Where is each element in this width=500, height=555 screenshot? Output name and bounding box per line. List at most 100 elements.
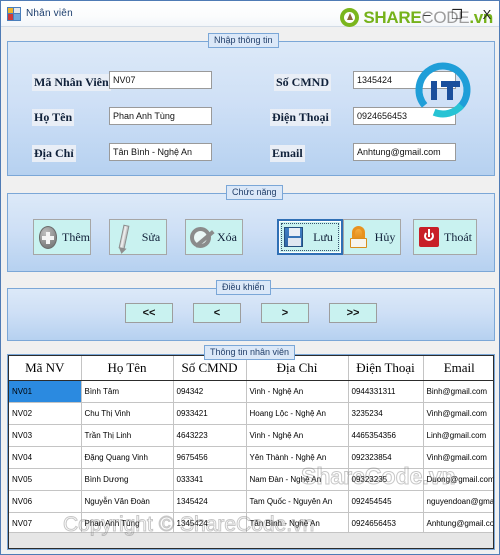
cell-r6-c4[interactable]: 0924656453: [348, 512, 424, 535]
cell-r2-c5[interactable]: Linh@gmail.com: [423, 424, 493, 447]
cell-r2-c3[interactable]: Vinh - Nghệ An: [246, 424, 349, 447]
cell-r1-c5[interactable]: Vinh@gmail.com: [423, 402, 493, 425]
cell-r3-c5[interactable]: Vinh@gmail.com: [423, 446, 493, 469]
table-group-title: Thông tin nhân viên: [204, 345, 296, 360]
cancel-button[interactable]: Hủy: [343, 219, 401, 255]
cell-r5-c2[interactable]: 1345424: [173, 490, 247, 513]
table-row[interactable]: NV03 Trần Thị Linh 4643223 Vinh - Nghệ An 44…: [9, 424, 493, 447]
column-header-4[interactable]: Điện Thoại: [348, 356, 424, 381]
cell-r6-c1[interactable]: Phan Anh Tùng: [81, 512, 174, 535]
cell-r3-c4[interactable]: 092323854: [348, 446, 424, 469]
cell-r1-c1[interactable]: Chu Thị Vinh: [81, 402, 174, 425]
label-dia-chi: Địa Chỉ: [32, 145, 76, 162]
column-header-1[interactable]: Họ Tên: [81, 356, 174, 381]
cell-r0-c3[interactable]: Vinh - Nghệ An: [246, 380, 349, 403]
cell-r2-c2[interactable]: 4643223: [173, 424, 247, 447]
input-email[interactable]: Anhtung@gmail.com: [353, 143, 456, 161]
table-row[interactable]: NV06 Nguyễn Văn Đoàn 1345424 Tam Quốc - Ngu…: [9, 490, 493, 513]
column-header-0[interactable]: Mã NV: [9, 356, 82, 381]
add-button-label: Thêm: [62, 229, 90, 244]
cell-r1-c3[interactable]: Hoang Lộc - Nghệ An: [246, 402, 349, 425]
input-dia-chi[interactable]: Tân Bình - Nghệ An: [109, 143, 212, 161]
cell-r6-c0[interactable]: NV07: [9, 512, 82, 535]
cell-r4-c0[interactable]: NV05: [9, 468, 82, 491]
cell-r6-c2[interactable]: 1345424: [173, 512, 247, 535]
edit-button-label: Sửa: [141, 229, 161, 244]
cell-r4-c2[interactable]: 033341: [173, 468, 247, 491]
cell-r2-c4[interactable]: 4465354356: [348, 424, 424, 447]
input-ho-ten[interactable]: Phan Anh Tùng: [109, 107, 212, 125]
cell-r5-c1[interactable]: Nguyễn Văn Đoàn: [81, 490, 174, 513]
delete-button-label: Xóa: [217, 229, 237, 244]
cell-r4-c1[interactable]: Bình Dương: [81, 468, 174, 491]
previous-record-button[interactable]: <: [193, 303, 241, 323]
table-row[interactable]: NV04 Đặng Quang Vinh 9675456 Yên Thành - Ng…: [9, 446, 493, 469]
cell-r2-c1[interactable]: Trần Thị Linh: [81, 424, 174, 447]
label-email: Email: [270, 145, 305, 162]
cell-r3-c1[interactable]: Đặng Quang Vinh: [81, 446, 174, 469]
cell-r1-c4[interactable]: 3235234: [348, 402, 424, 425]
cell-r5-c3[interactable]: Tam Quốc - Nguyên An: [246, 490, 349, 513]
label-ho-ten: Họ Tên: [32, 109, 75, 126]
employee-table: Mã NV Họ Tên Số CMND Địa Chỉ Điện Thoại Email…: [9, 356, 493, 535]
navigation-group-panel: Điều khiển: [7, 280, 495, 341]
save-icon: [281, 223, 305, 251]
cell-r5-c4[interactable]: 092454545: [348, 490, 424, 513]
input-ma-nhan-vien[interactable]: NV07: [109, 71, 212, 89]
grid-empty-area: [9, 532, 493, 548]
cell-r3-c0[interactable]: NV04: [9, 446, 82, 469]
cancel-icon: [346, 223, 370, 251]
delete-button[interactable]: Xóa: [185, 219, 243, 255]
cell-r6-c3[interactable]: Tân Bình - Nghệ An: [246, 512, 349, 535]
cell-r0-c0[interactable]: NV01: [9, 380, 82, 403]
window-controls: – ❐ X: [419, 1, 495, 27]
edit-button[interactable]: Sửa: [109, 219, 167, 255]
cell-r3-c3[interactable]: Yên Thành - Nghệ An: [246, 446, 349, 469]
table-row[interactable]: NV02 Chu Thị Vinh 0933421 Hoang Lộc - Nghệ …: [9, 402, 493, 425]
delete-icon: [188, 223, 212, 251]
first-record-button[interactable]: <<: [125, 303, 173, 323]
last-record-button[interactable]: >>: [329, 303, 377, 323]
label-so-cmnd: Số CMND: [274, 74, 331, 91]
maximize-button[interactable]: ❐: [449, 8, 465, 21]
cell-r6-c5[interactable]: Anhtung@gmail.com: [423, 512, 493, 535]
next-record-button[interactable]: >: [261, 303, 309, 323]
cell-r0-c4[interactable]: 0944331311: [348, 380, 424, 403]
cell-r4-c3[interactable]: Nam Đàn - Nghệ An: [246, 468, 349, 491]
column-header-5[interactable]: Email: [423, 356, 493, 381]
table-body: NV01 Bình Tâm 094342 Vinh - Nghệ An 09443313…: [9, 380, 493, 535]
exit-button[interactable]: Thoát: [413, 219, 477, 255]
table-row[interactable]: NV05 Bình Dương 033341 Nam Đàn - Nghệ An 093…: [9, 468, 493, 491]
cell-r0-c2[interactable]: 094342: [173, 380, 247, 403]
label-ma-nhan-vien: Mã Nhân Viên: [32, 74, 111, 91]
cell-r4-c4[interactable]: 09323235: [348, 468, 424, 491]
cancel-button-label: Hủy: [374, 229, 396, 244]
employee-data-grid[interactable]: Mã NV Họ Tên Số CMND Địa Chỉ Điện Thoại Email…: [8, 355, 494, 549]
exit-icon: [416, 223, 440, 251]
label-dien-thoai: Điện Thoại: [270, 109, 331, 126]
cell-r5-c5[interactable]: nguyendoan@gmail.com: [423, 490, 493, 513]
exit-button-label: Thoát: [444, 229, 472, 244]
input-group-title: Nhập thông tin: [208, 33, 279, 48]
cell-r4-c5[interactable]: Duong@gmail.com: [423, 468, 493, 491]
input-dien-thoai[interactable]: 0924656453: [353, 107, 456, 125]
cell-r2-c0[interactable]: NV03: [9, 424, 82, 447]
employee-management-window: Nhân viên SHARECODE.vn – ❐ X Nhập thông …: [0, 0, 500, 555]
close-button[interactable]: X: [479, 8, 495, 21]
cell-r1-c0[interactable]: NV02: [9, 402, 82, 425]
table-row[interactable]: NV07 Phan Anh Tùng 1345424 Tân Bình - Nghệ …: [9, 512, 493, 535]
save-button[interactable]: Lưu: [277, 219, 343, 255]
cell-r0-c5[interactable]: Binh@gmail.com: [423, 380, 493, 403]
cell-r1-c2[interactable]: 0933421: [173, 402, 247, 425]
minimize-button[interactable]: –: [419, 8, 435, 21]
add-button[interactable]: Thêm: [33, 219, 91, 255]
window-title: Nhân viên: [26, 8, 73, 19]
navigation-group-title: Điều khiển: [216, 280, 271, 295]
cell-r0-c1[interactable]: Bình Tâm: [81, 380, 174, 403]
input-so-cmnd[interactable]: 1345424: [353, 71, 456, 89]
app-icon: [7, 6, 21, 21]
table-row[interactable]: NV01 Bình Tâm 094342 Vinh - Nghệ An 09443313…: [9, 380, 493, 403]
title-bar: Nhân viên SHARECODE.vn – ❐ X: [1, 1, 499, 27]
cell-r3-c2[interactable]: 9675456: [173, 446, 247, 469]
cell-r5-c0[interactable]: NV06: [9, 490, 82, 513]
